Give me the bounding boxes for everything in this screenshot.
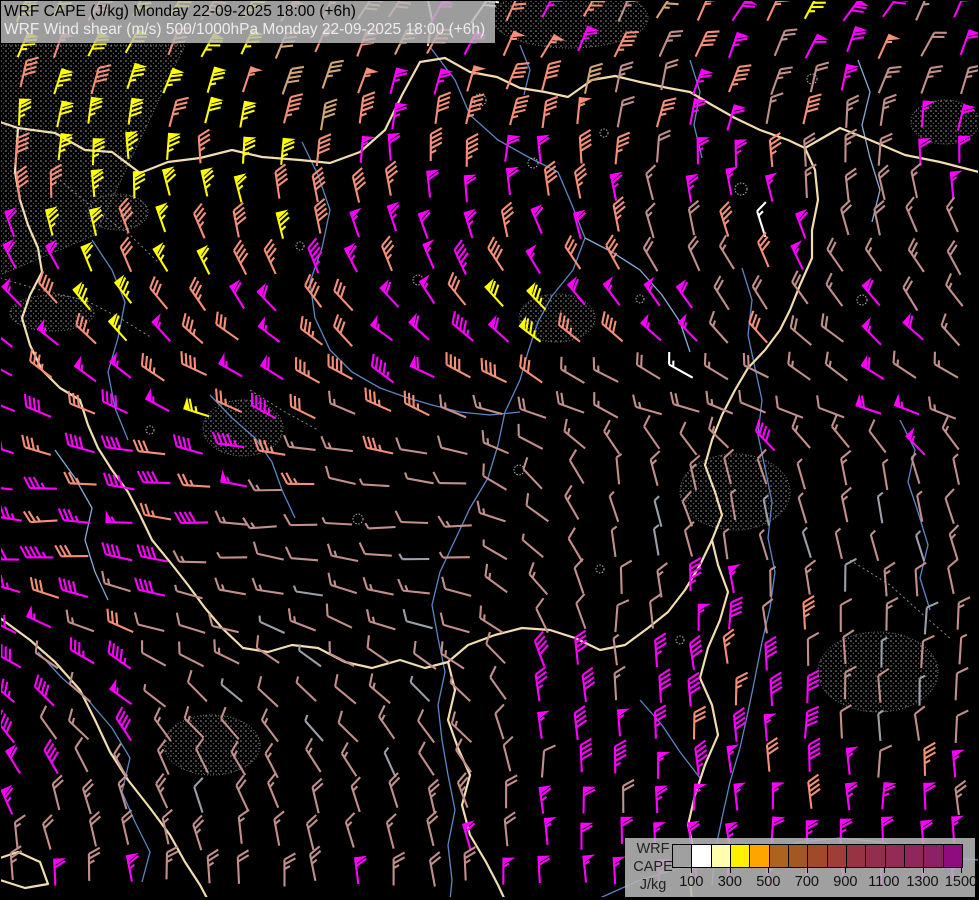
legend-tick: [691, 867, 692, 873]
legend-color-cell: [770, 845, 789, 867]
legend-color-cell: [673, 845, 692, 867]
legend-tick: [961, 867, 962, 873]
weather-map: WRF CAPE (J/kg) Monday 22-09-2025 18:00 …: [0, 0, 979, 900]
legend-color-cell: [750, 845, 769, 867]
legend-tick-label: 700: [795, 874, 819, 890]
legend-tick: [807, 867, 808, 873]
map-title-overlay: WRF CAPE (J/kg) Monday 22-09-2025 18:00 …: [0, 0, 495, 43]
legend-color-cell: [692, 845, 711, 867]
legend-tick-label: 1100: [868, 874, 899, 890]
legend-tick: [730, 867, 731, 873]
legend-color-cell: [886, 845, 905, 867]
legend-color-cell: [944, 845, 962, 867]
legend-tick-label: 900: [833, 874, 857, 890]
legend-label-line: J/kg: [633, 876, 673, 894]
legend-tick-label: 300: [718, 874, 742, 890]
title-line-1: WRF CAPE (J/kg) Monday 22-09-2025 18:00 …: [4, 3, 485, 21]
legend-tick-label: 100: [679, 874, 703, 890]
legend-label-line: WRF: [633, 840, 673, 858]
legend-color-cell: [924, 845, 943, 867]
legend-color-cell: [866, 845, 885, 867]
legend-label: WRFCAPEJ/kg: [633, 840, 673, 894]
legend-tick-label: 1300: [906, 874, 938, 890]
legend-tick-label: 1500: [945, 874, 977, 890]
legend-tick-label: 500: [756, 874, 780, 890]
legend-color-bar: [672, 844, 963, 868]
legend-color-cell: [731, 845, 750, 867]
legend-label-line: CAPE: [633, 858, 673, 876]
legend-color-cell: [847, 845, 866, 867]
legend-color-cell: [808, 845, 827, 867]
legend-tick: [884, 867, 885, 873]
legend-color-cell: [828, 845, 847, 867]
legend-tick: [845, 867, 846, 873]
map-canvas: [0, 0, 979, 900]
legend-tick: [923, 867, 924, 873]
legend-color-cell: [712, 845, 731, 867]
legend-tick: [768, 867, 769, 873]
title-line-2: WRF Wind shear (m/s) 500/1000hPa Monday …: [4, 21, 485, 39]
cape-legend: WRFCAPEJ/kg 100 300 500 700 900 1100 1300 1500: [625, 838, 975, 897]
legend-color-cell: [789, 845, 808, 867]
legend-color-cell: [905, 845, 924, 867]
